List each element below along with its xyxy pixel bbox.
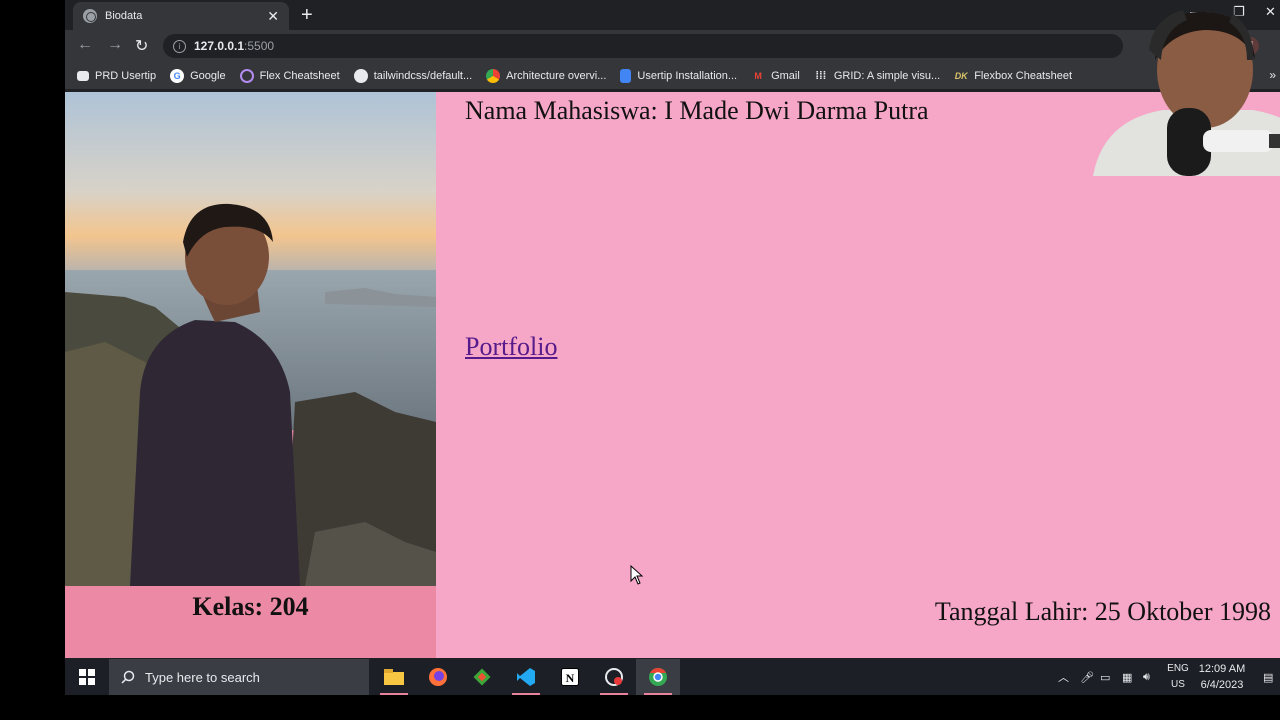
dk-icon: DK [954, 70, 968, 81]
folder-icon [77, 70, 89, 81]
bookmark-usertip-installation[interactable]: Usertip Installation... [620, 68, 738, 83]
close-tab-icon[interactable]: ✕ [267, 8, 279, 25]
bookmark-label: Flex Cheatsheet [259, 69, 340, 82]
url-port: :5500 [244, 39, 275, 53]
tab-biodata[interactable]: Biodata ✕ [73, 2, 289, 30]
bookmark-flexbox-cheatsheet[interactable]: DK Flexbox Cheatsheet [954, 69, 1072, 83]
tray-chevron-icon[interactable]: ︿ [1058, 659, 1069, 695]
battery-icon[interactable]: ▭ [1100, 659, 1110, 695]
bookmark-label: PRD Usertip [95, 69, 157, 82]
windows-start-icon[interactable] [79, 669, 95, 685]
bookmark-prd-usertip[interactable]: PRD Usertip [77, 70, 156, 82]
docs-icon [620, 68, 632, 83]
nama-mahasiswa: Nama Mahasiswa: I Made Dwi Darma Putra [465, 96, 929, 125]
chrome-icon [486, 68, 501, 83]
notifications-icon[interactable]: ▤ [1263, 659, 1273, 695]
language-indicator[interactable]: ENG US [1163, 661, 1193, 693]
ring-icon [239, 68, 254, 83]
system-clock[interactable]: 12:09 AM 6/4/2023 [1193, 661, 1251, 693]
git-icon[interactable] [460, 659, 504, 695]
search-icon [121, 670, 135, 684]
network-icon[interactable]: ▦ [1122, 659, 1132, 695]
mouse-cursor-icon [630, 565, 644, 585]
taskbar-search[interactable]: Type here to search [109, 659, 369, 695]
photo-column: Kelas: 204 [65, 92, 436, 658]
windows-taskbar: Type here to search N ︿ 🎤︎ ▭ ▦ 🔊︎ ENG US… [65, 659, 1280, 695]
svg-text:N: N [566, 671, 575, 685]
biodata-page: Kelas: 204 Nama Mahasiswa: I Made Dwi Da… [65, 92, 1280, 658]
region-code: US [1171, 679, 1185, 690]
volume-icon[interactable]: 🔊︎ [1143, 659, 1150, 695]
bookmark-label: Flexbox Cheatsheet [974, 69, 1073, 82]
vscode-icon[interactable] [504, 659, 548, 695]
google-icon: G [170, 68, 185, 83]
bookmark-gmail[interactable]: M Gmail [751, 69, 800, 83]
profile-photo [65, 92, 436, 586]
webcam-overlay [1083, 0, 1280, 176]
bookmark-label: Usertip Installation... [637, 69, 738, 82]
bookmark-label: Google [190, 69, 226, 82]
portfolio-link[interactable]: Portfolio [465, 332, 557, 362]
grid-icon: ⁞⁞⁞ [815, 69, 827, 82]
chrome-taskbar-icon[interactable] [636, 659, 680, 695]
tanggal-lahir: Tanggal Lahir: 25 Oktober 1998 [934, 597, 1271, 626]
browser-window: Biodata ✕ + — ❐ ✕ ← → ↻ i 127.0.0.1 :550… [65, 0, 1280, 695]
bookmark-label: Gmail [771, 69, 800, 82]
bookmark-flex-cheatsheet[interactable]: Flex Cheatsheet [239, 68, 340, 83]
tab-title: Biodata [105, 10, 143, 22]
clock-date: 6/4/2023 [1200, 679, 1244, 691]
kelas-label: Kelas: 204 [192, 592, 309, 621]
site-info-icon[interactable]: i [173, 39, 186, 53]
url-host: 127.0.0.1 [194, 39, 245, 53]
new-tab-button[interactable]: + [301, 4, 313, 26]
bookmark-label: GRID: A simple visu... [833, 69, 941, 82]
github-icon [353, 68, 368, 83]
bookmark-google[interactable]: G Google [170, 68, 226, 83]
search-placeholder: Type here to search [145, 669, 260, 685]
notion-icon[interactable]: N [548, 659, 592, 695]
recorder-icon[interactable] [592, 659, 636, 695]
firefox-icon[interactable] [416, 659, 460, 695]
clock-time: 12:09 AM [1198, 663, 1246, 675]
bookmark-architecture[interactable]: Architecture overvi... [486, 68, 607, 83]
globe-icon [83, 9, 97, 23]
gmail-icon: M [754, 70, 762, 81]
bookmark-label: Architecture overvi... [506, 69, 607, 82]
file-explorer-icon[interactable] [372, 659, 416, 695]
bookmark-grid[interactable]: ⁞⁞⁞ GRID: A simple visu... [814, 69, 940, 83]
forward-arrow-icon[interactable]: → [107, 36, 123, 54]
bookmark-label: tailwindcss/default... [373, 69, 473, 82]
bookmark-tailwindcss[interactable]: tailwindcss/default... [353, 68, 473, 83]
address-bar[interactable]: i 127.0.0.1 :5500 [163, 34, 1123, 58]
lang-code: ENG [1167, 663, 1189, 674]
microphone-icon[interactable]: 🎤︎ [1080, 659, 1094, 695]
reload-icon[interactable]: ↻ [135, 36, 148, 56]
back-arrow-icon[interactable]: ← [77, 36, 93, 54]
